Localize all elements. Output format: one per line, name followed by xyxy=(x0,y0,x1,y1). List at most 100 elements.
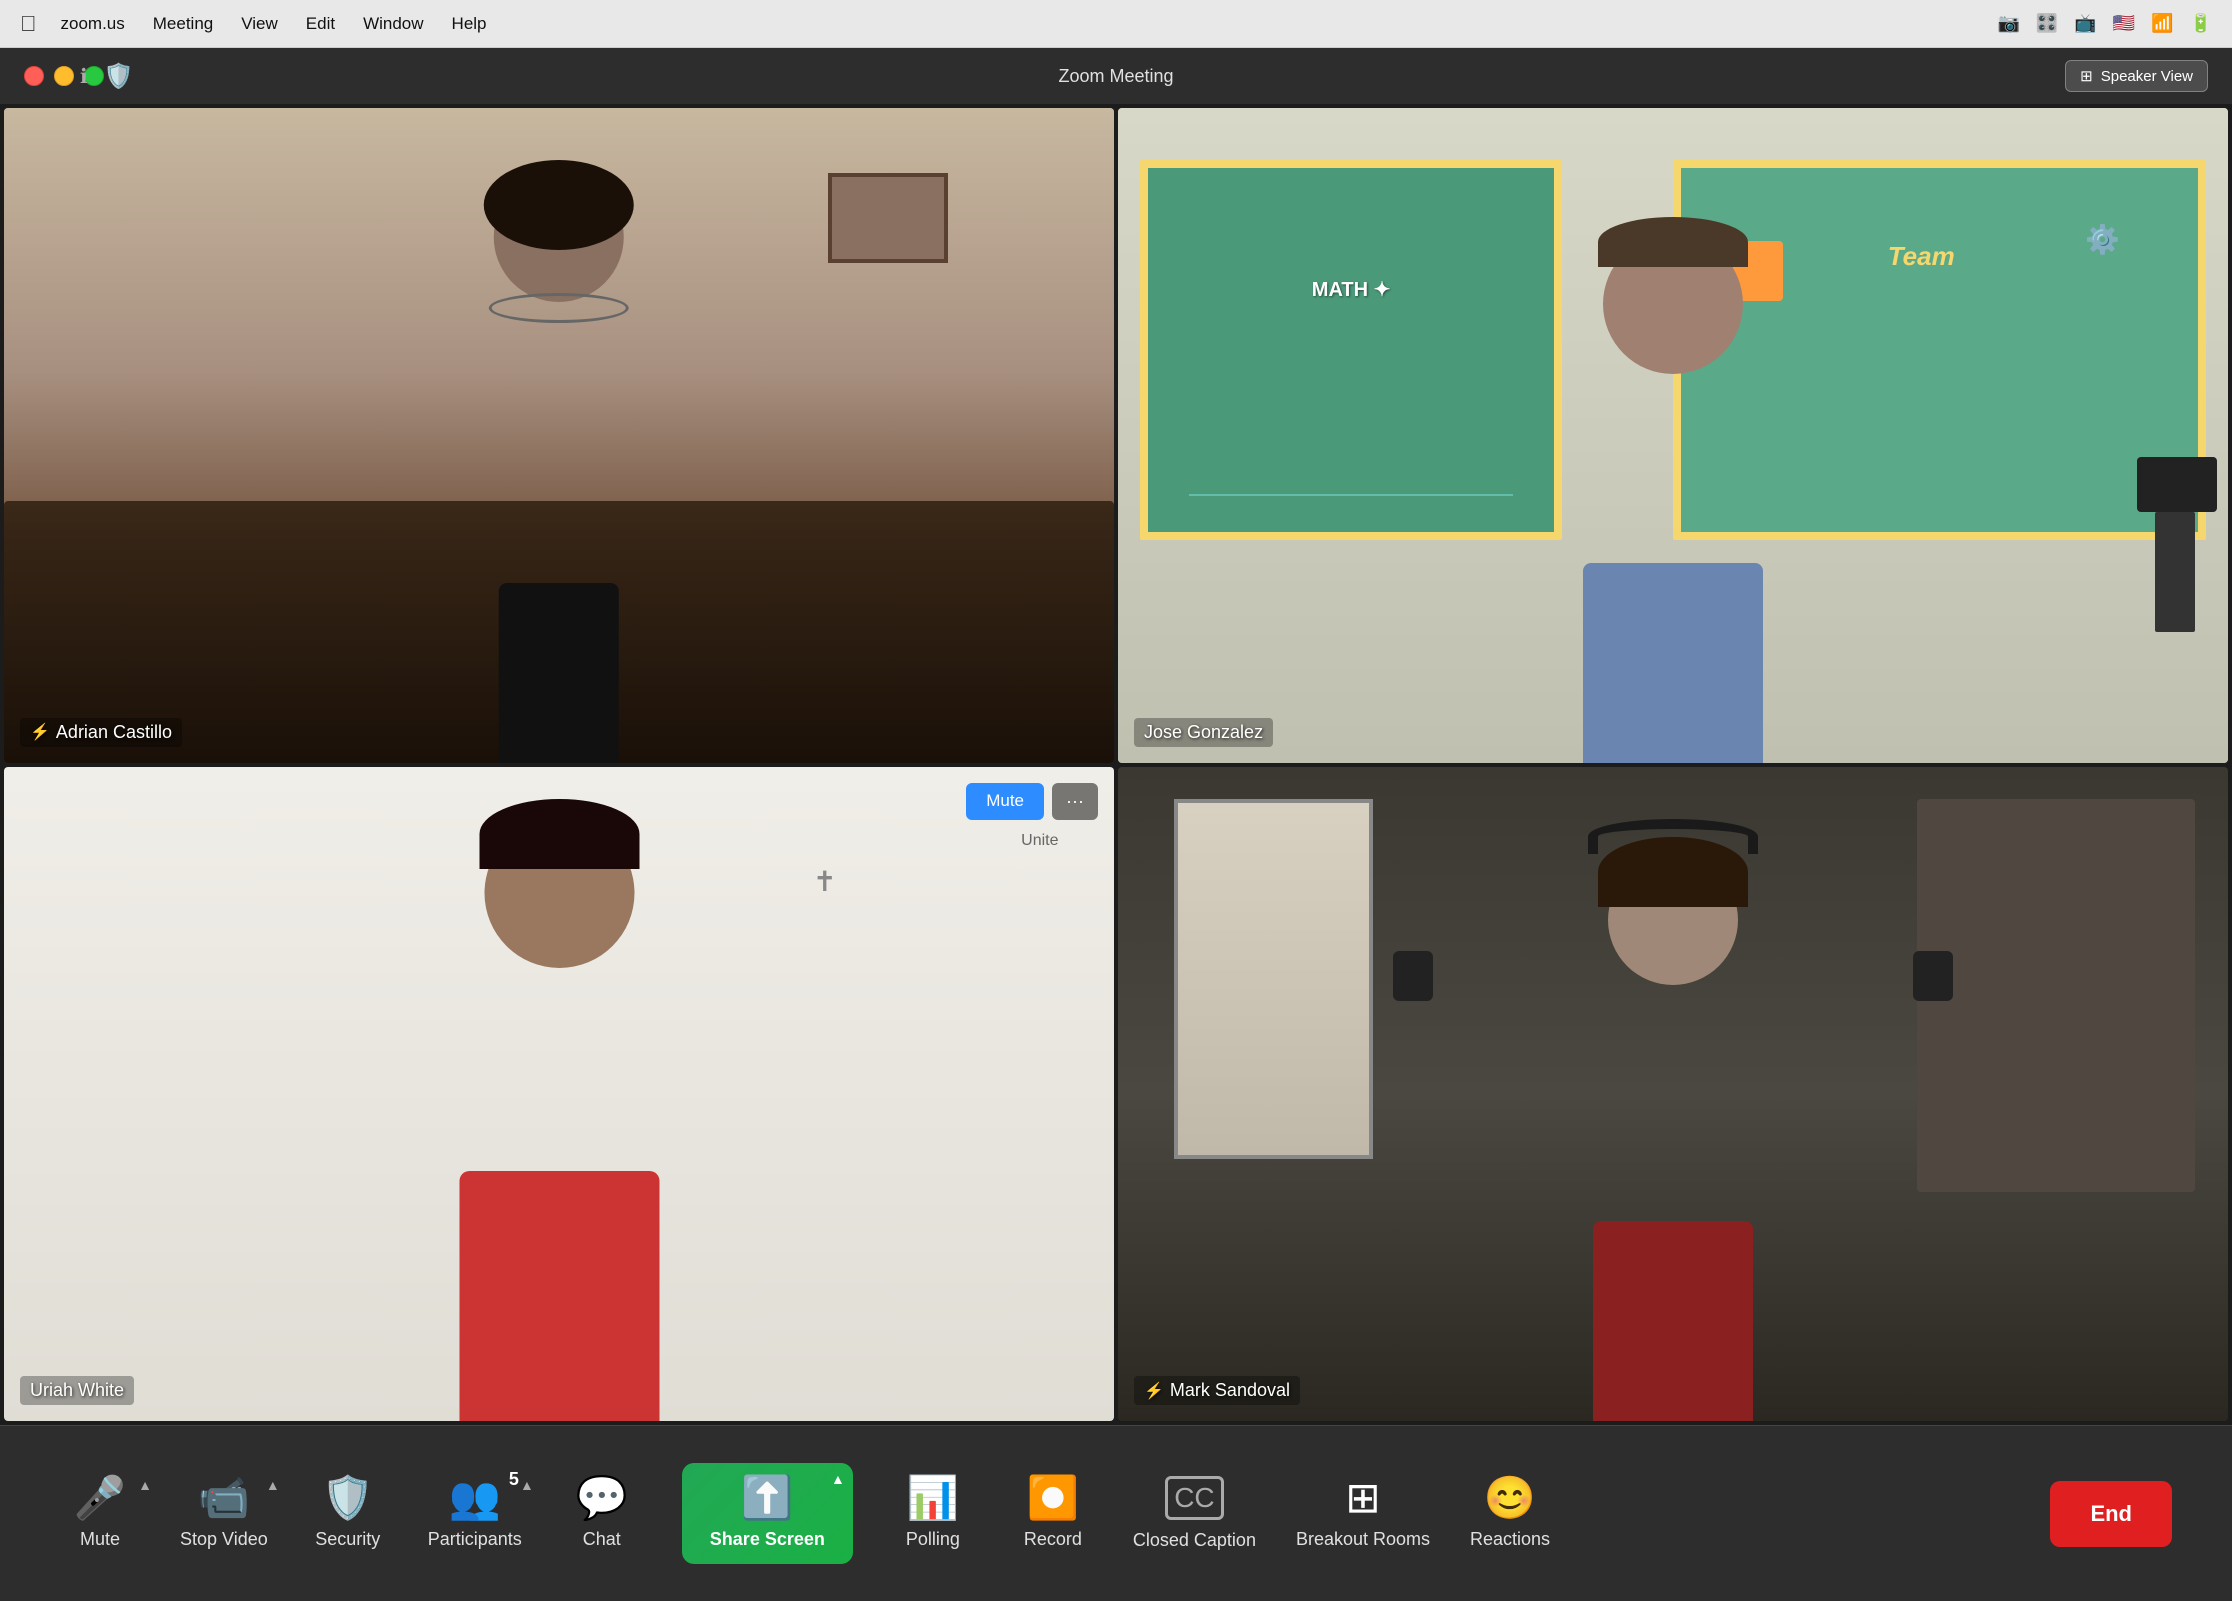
apple-logo-icon:  xyxy=(20,11,37,37)
headphone-left xyxy=(1393,951,1433,1001)
person-silhouette-adrian xyxy=(254,160,865,762)
window-title: Zoom Meeting xyxy=(1058,66,1173,87)
mute-arrow-icon[interactable]: ▲ xyxy=(138,1477,152,1493)
share-screen-icon: ⬆️ xyxy=(741,1477,793,1519)
participants-label: Participants xyxy=(428,1529,522,1550)
toolbar-item-share-screen[interactable]: ⬆️ Share Screen ▲ xyxy=(682,1463,853,1564)
record-icon: ⏺️ xyxy=(1027,1477,1079,1519)
headphones-band xyxy=(1588,819,1758,854)
hair xyxy=(484,160,634,250)
share-screen-label: Share Screen xyxy=(710,1529,825,1550)
video-cell-mark: ⚡ Mark Sandoval xyxy=(1118,767,2228,1422)
stop-video-label: Stop Video xyxy=(180,1529,268,1550)
mute-button-uriah[interactable]: Mute xyxy=(966,783,1044,820)
tripod xyxy=(2155,512,2195,632)
hair-jose xyxy=(1598,217,1748,267)
participant-name-adrian: ⚡ Adrian Castillo xyxy=(20,718,182,747)
body-jose xyxy=(1583,563,1763,763)
gear-decoration: ⚙️ xyxy=(2085,223,2120,256)
chat-label: Chat xyxy=(583,1529,621,1550)
menu-view[interactable]: View xyxy=(241,14,278,34)
more-button-uriah[interactable]: ··· xyxy=(1052,783,1098,820)
toolbar-items: 🎤 Mute ▲ 📹 Stop Video ▲ 🛡️ Security 👥 5 … xyxy=(60,1463,2050,1564)
speaker-view-label: Speaker View xyxy=(2101,68,2193,85)
grid-icon: ⊞ xyxy=(2080,67,2093,85)
title-bar: ℹ 🛡️ Zoom Meeting ⊞ Speaker View xyxy=(0,48,2232,104)
security-shield-icon[interactable]: 🛡️ xyxy=(104,62,134,91)
participant-name-mark: ⚡ Mark Sandoval xyxy=(1134,1376,1300,1405)
hair-uriah xyxy=(479,799,639,869)
participants-arrow-icon[interactable]: ▲ xyxy=(520,1477,534,1493)
breakout-rooms-icon: ⊞ xyxy=(1345,1477,1380,1519)
camera xyxy=(2137,457,2217,512)
minimize-button[interactable] xyxy=(54,66,74,86)
polling-icon: 📊 xyxy=(907,1477,959,1519)
headphone-right xyxy=(1913,951,1953,1001)
reactions-icon: 😊 xyxy=(1484,1477,1536,1519)
video-bg-adrian xyxy=(4,108,1114,763)
video-bg-uriah: ✝ Unite xyxy=(4,767,1114,1422)
video-cell-jose: MATH ✦ Team ⚙️ Jose Gonzalez xyxy=(1118,108,2228,763)
toolbar-item-participants[interactable]: 👥 5 Participants ▲ xyxy=(428,1477,522,1550)
speaker-view-button[interactable]: ⊞ Speaker View xyxy=(2065,60,2208,92)
cc-icon: CC xyxy=(1165,1476,1223,1520)
participant-name-uriah: Uriah White xyxy=(20,1376,134,1405)
breakout-rooms-label: Breakout Rooms xyxy=(1296,1529,1430,1550)
security-label: Security xyxy=(315,1529,380,1550)
share-screen-arrow-icon[interactable]: ▲ xyxy=(831,1471,845,1487)
menu-zoom[interactable]: zoom.us xyxy=(61,14,125,34)
toolbar-item-record[interactable]: ⏺️ Record xyxy=(1013,1477,1093,1550)
person-jose xyxy=(1340,206,2006,762)
video-bg-jose: MATH ✦ Team ⚙️ xyxy=(1118,108,2228,763)
toolbar-item-breakout-rooms[interactable]: ⊞ Breakout Rooms xyxy=(1296,1477,1430,1550)
participants-count: 5 xyxy=(509,1469,519,1490)
end-button[interactable]: End xyxy=(2050,1481,2172,1547)
battery-sys-icon: 🔋 xyxy=(2190,13,2212,34)
video-grid: ⚡ Adrian Castillo MATH ✦ Team ⚙️ xyxy=(0,104,2232,1425)
person-uriah xyxy=(171,799,948,1421)
body-mark xyxy=(1593,1221,1753,1421)
glasses xyxy=(489,293,629,323)
mute-icon-adrian: ⚡ xyxy=(30,722,50,742)
menu-bar:  zoom.us Meeting View Edit Window Help … xyxy=(0,0,2232,48)
mic-icon: 🎤 xyxy=(74,1477,126,1519)
person-mark xyxy=(1340,819,2006,1421)
video-cell-adrian: ⚡ Adrian Castillo xyxy=(4,108,1114,763)
video-bg-mark xyxy=(1118,767,2228,1422)
video-icon: 📹 xyxy=(198,1477,250,1519)
menu-window[interactable]: Window xyxy=(363,14,423,34)
body xyxy=(499,583,619,763)
wifi-sys-icon: 📶 xyxy=(2151,13,2173,34)
mute-label: Mute xyxy=(80,1529,120,1550)
audio-sys-icon: 🎛️ xyxy=(2036,13,2058,34)
chat-icon: 💬 xyxy=(576,1477,628,1519)
toolbar-item-reactions[interactable]: 😊 Reactions xyxy=(1470,1477,1550,1550)
close-button[interactable] xyxy=(24,66,44,86)
toolbar-item-chat[interactable]: 💬 Chat xyxy=(562,1477,642,1550)
wall-picture xyxy=(828,173,948,263)
body-uriah xyxy=(459,1171,659,1421)
cell-controls-uriah: Mute ··· xyxy=(966,783,1098,820)
wall-sign: Unite xyxy=(1021,832,1058,850)
info-icons: ℹ 🛡️ xyxy=(80,62,134,91)
mute-icon-mark: ⚡ xyxy=(1144,1381,1164,1401)
camera-sys-icon: 📷 xyxy=(1997,13,2019,34)
video-cell-uriah: ✝ Unite Mute ··· Uriah White xyxy=(4,767,1114,1422)
toolbar: 🎤 Mute ▲ 📹 Stop Video ▲ 🛡️ Security 👥 5 … xyxy=(0,1425,2232,1601)
menu-help[interactable]: Help xyxy=(452,14,487,34)
airplay-sys-icon: 📺 xyxy=(2074,13,2096,34)
menu-meeting[interactable]: Meeting xyxy=(153,14,213,34)
toolbar-item-mute[interactable]: 🎤 Mute ▲ xyxy=(60,1477,140,1550)
participants-icon: 👥 xyxy=(449,1474,501,1521)
polling-label: Polling xyxy=(906,1529,960,1550)
toolbar-item-security[interactable]: 🛡️ Security xyxy=(308,1477,388,1550)
video-arrow-icon[interactable]: ▲ xyxy=(266,1477,280,1493)
system-icons: 📷 🎛️ 📺 🇺🇸 📶 🔋 xyxy=(1997,0,2212,47)
menu-edit[interactable]: Edit xyxy=(306,14,335,34)
toolbar-item-stop-video[interactable]: 📹 Stop Video ▲ xyxy=(180,1477,268,1550)
toolbar-item-closed-caption[interactable]: CC Closed Caption xyxy=(1133,1476,1256,1551)
info-icon[interactable]: ℹ xyxy=(80,64,88,89)
toolbar-item-polling[interactable]: 📊 Polling xyxy=(893,1477,973,1550)
security-icon: 🛡️ xyxy=(322,1477,374,1519)
flag-sys-icon: 🇺🇸 xyxy=(2113,13,2135,34)
